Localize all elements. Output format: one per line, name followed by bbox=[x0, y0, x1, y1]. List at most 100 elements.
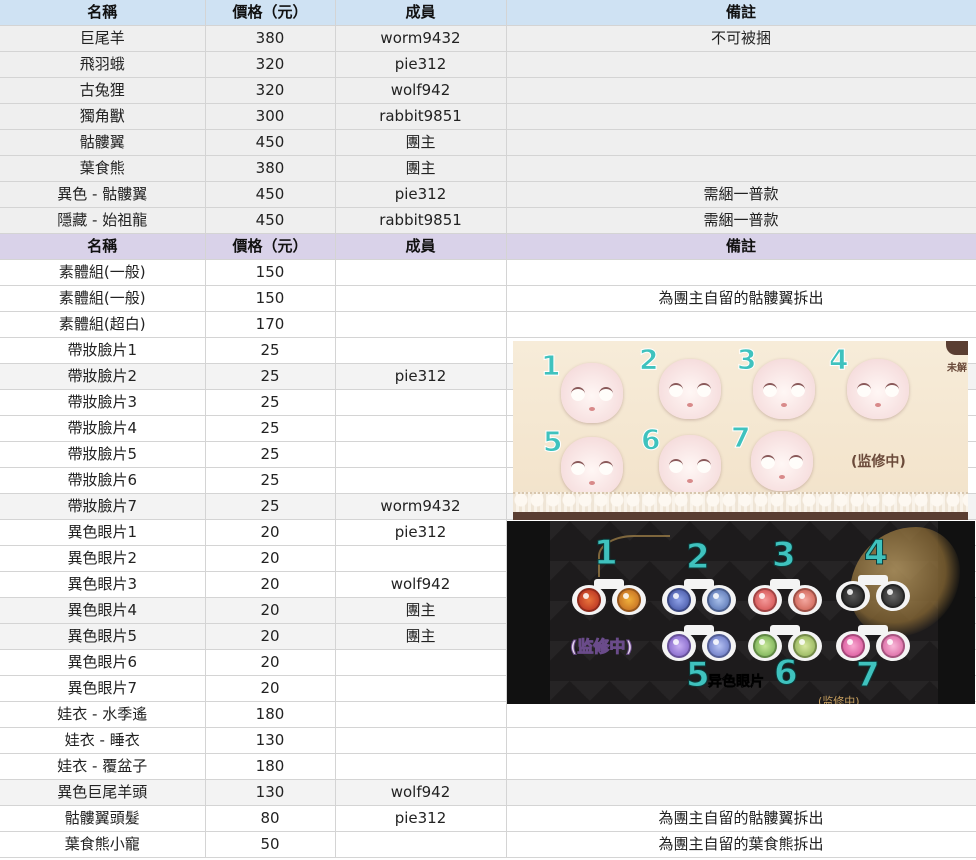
note-cell[interactable]: 為團主自留的葉食熊拆出 bbox=[506, 831, 976, 858]
member-cell[interactable]: pie312 bbox=[335, 363, 507, 390]
name-cell[interactable]: 骷髏翼頭髮 bbox=[0, 805, 206, 832]
name-cell[interactable]: 異色眼片2 bbox=[0, 545, 206, 572]
name-cell[interactable]: 葉食熊小寵 bbox=[0, 831, 206, 858]
note-cell[interactable] bbox=[506, 779, 976, 806]
member-cell[interactable] bbox=[335, 545, 507, 572]
price-cell[interactable]: 20 bbox=[205, 649, 336, 676]
member-cell[interactable] bbox=[335, 415, 507, 442]
note-cell[interactable] bbox=[506, 701, 976, 728]
member-cell[interactable]: rabbit9851 bbox=[335, 103, 507, 130]
member-cell[interactable]: 團主 bbox=[335, 623, 507, 650]
member-cell[interactable]: worm9432 bbox=[335, 25, 507, 52]
name-cell[interactable]: 帶妝臉片7 bbox=[0, 493, 206, 520]
member-cell[interactable]: 團主 bbox=[335, 155, 507, 182]
member-cell[interactable]: pie312 bbox=[335, 181, 507, 208]
name-cell[interactable]: 異色眼片5 bbox=[0, 623, 206, 650]
price-cell[interactable]: 300 bbox=[205, 103, 336, 130]
note-cell[interactable] bbox=[506, 129, 976, 156]
member-cell[interactable] bbox=[335, 311, 507, 338]
price-cell[interactable]: 380 bbox=[205, 25, 336, 52]
member-cell[interactable]: pie312 bbox=[335, 519, 507, 546]
name-cell[interactable]: 娃衣 - 水季遙 bbox=[0, 701, 206, 728]
price-cell[interactable]: 150 bbox=[205, 259, 336, 286]
price-cell[interactable]: 130 bbox=[205, 779, 336, 806]
price-cell[interactable]: 450 bbox=[205, 129, 336, 156]
member-cell[interactable] bbox=[335, 467, 507, 494]
note-cell[interactable] bbox=[506, 155, 976, 182]
price-cell[interactable]: 170 bbox=[205, 311, 336, 338]
member-cell[interactable] bbox=[335, 337, 507, 364]
name-cell[interactable]: 巨尾羊 bbox=[0, 25, 206, 52]
member-cell[interactable]: wolf942 bbox=[335, 779, 507, 806]
name-cell[interactable]: 異色眼片6 bbox=[0, 649, 206, 676]
member-cell[interactable]: worm9432 bbox=[335, 493, 507, 520]
price-cell[interactable]: 20 bbox=[205, 675, 336, 702]
name-cell[interactable]: 帶妝臉片3 bbox=[0, 389, 206, 416]
price-cell[interactable]: 450 bbox=[205, 181, 336, 208]
price-cell[interactable]: 180 bbox=[205, 753, 336, 780]
member-cell[interactable] bbox=[335, 831, 507, 858]
member-cell[interactable]: wolf942 bbox=[335, 571, 507, 598]
member-cell[interactable] bbox=[335, 701, 507, 728]
member-cell[interactable] bbox=[335, 727, 507, 754]
member-cell[interactable] bbox=[335, 649, 507, 676]
member-cell[interactable] bbox=[335, 441, 507, 468]
name-cell[interactable]: 娃衣 - 覆盆子 bbox=[0, 753, 206, 780]
price-cell[interactable]: 25 bbox=[205, 337, 336, 364]
price-cell[interactable]: 20 bbox=[205, 571, 336, 598]
name-cell[interactable]: 帶妝臉片5 bbox=[0, 441, 206, 468]
price-cell[interactable]: 20 bbox=[205, 545, 336, 572]
member-cell[interactable] bbox=[335, 285, 507, 312]
name-cell[interactable]: 古兔狸 bbox=[0, 77, 206, 104]
member-cell[interactable] bbox=[335, 675, 507, 702]
price-cell[interactable]: 320 bbox=[205, 77, 336, 104]
name-cell[interactable]: 獨角獸 bbox=[0, 103, 206, 130]
note-cell[interactable]: 為團主自留的骷髏翼拆出 bbox=[506, 805, 976, 832]
name-cell[interactable]: 素體組(一般) bbox=[0, 259, 206, 286]
name-cell[interactable]: 葉食熊 bbox=[0, 155, 206, 182]
price-cell[interactable]: 20 bbox=[205, 597, 336, 624]
price-cell[interactable]: 50 bbox=[205, 831, 336, 858]
price-cell[interactable]: 25 bbox=[205, 415, 336, 442]
member-cell[interactable]: pie312 bbox=[335, 805, 507, 832]
name-cell[interactable]: 帶妝臉片2 bbox=[0, 363, 206, 390]
note-cell[interactable]: 為團主自留的骷髏翼拆出 bbox=[506, 285, 976, 312]
name-cell[interactable]: 骷髏翼 bbox=[0, 129, 206, 156]
name-cell[interactable]: 異色眼片1 bbox=[0, 519, 206, 546]
member-cell[interactable]: wolf942 bbox=[335, 77, 507, 104]
name-cell[interactable]: 素體組(一般) bbox=[0, 285, 206, 312]
note-cell[interactable] bbox=[506, 77, 976, 104]
member-cell[interactable]: 團主 bbox=[335, 597, 507, 624]
note-cell[interactable] bbox=[506, 51, 976, 78]
name-cell[interactable]: 異色眼片7 bbox=[0, 675, 206, 702]
note-cell[interactable] bbox=[506, 259, 976, 286]
price-cell[interactable]: 25 bbox=[205, 467, 336, 494]
name-cell[interactable]: 帶妝臉片6 bbox=[0, 467, 206, 494]
price-cell[interactable]: 80 bbox=[205, 805, 336, 832]
note-cell[interactable]: 不可被捆 bbox=[506, 25, 976, 52]
price-cell[interactable]: 180 bbox=[205, 701, 336, 728]
name-cell[interactable]: 異色眼片4 bbox=[0, 597, 206, 624]
member-cell[interactable]: 團主 bbox=[335, 129, 507, 156]
name-cell[interactable]: 隱藏 - 始祖龍 bbox=[0, 207, 206, 234]
price-cell[interactable]: 320 bbox=[205, 51, 336, 78]
note-cell[interactable] bbox=[506, 753, 976, 780]
name-cell[interactable]: 素體組(超白) bbox=[0, 311, 206, 338]
name-cell[interactable]: 異色巨尾羊頭 bbox=[0, 779, 206, 806]
name-cell[interactable]: 飛羽蛾 bbox=[0, 51, 206, 78]
price-cell[interactable]: 25 bbox=[205, 441, 336, 468]
note-cell[interactable] bbox=[506, 727, 976, 754]
price-cell[interactable]: 25 bbox=[205, 493, 336, 520]
name-cell[interactable]: 帶妝臉片1 bbox=[0, 337, 206, 364]
member-cell[interactable] bbox=[335, 389, 507, 416]
price-cell[interactable]: 130 bbox=[205, 727, 336, 754]
name-cell[interactable]: 異色眼片3 bbox=[0, 571, 206, 598]
price-cell[interactable]: 450 bbox=[205, 207, 336, 234]
note-cell[interactable]: 需綑一普款 bbox=[506, 207, 976, 234]
note-cell[interactable]: 需綑一普款 bbox=[506, 181, 976, 208]
price-cell[interactable]: 20 bbox=[205, 519, 336, 546]
note-cell[interactable] bbox=[506, 103, 976, 130]
price-cell[interactable]: 150 bbox=[205, 285, 336, 312]
price-cell[interactable]: 20 bbox=[205, 623, 336, 650]
name-cell[interactable]: 異色 - 骷髏翼 bbox=[0, 181, 206, 208]
